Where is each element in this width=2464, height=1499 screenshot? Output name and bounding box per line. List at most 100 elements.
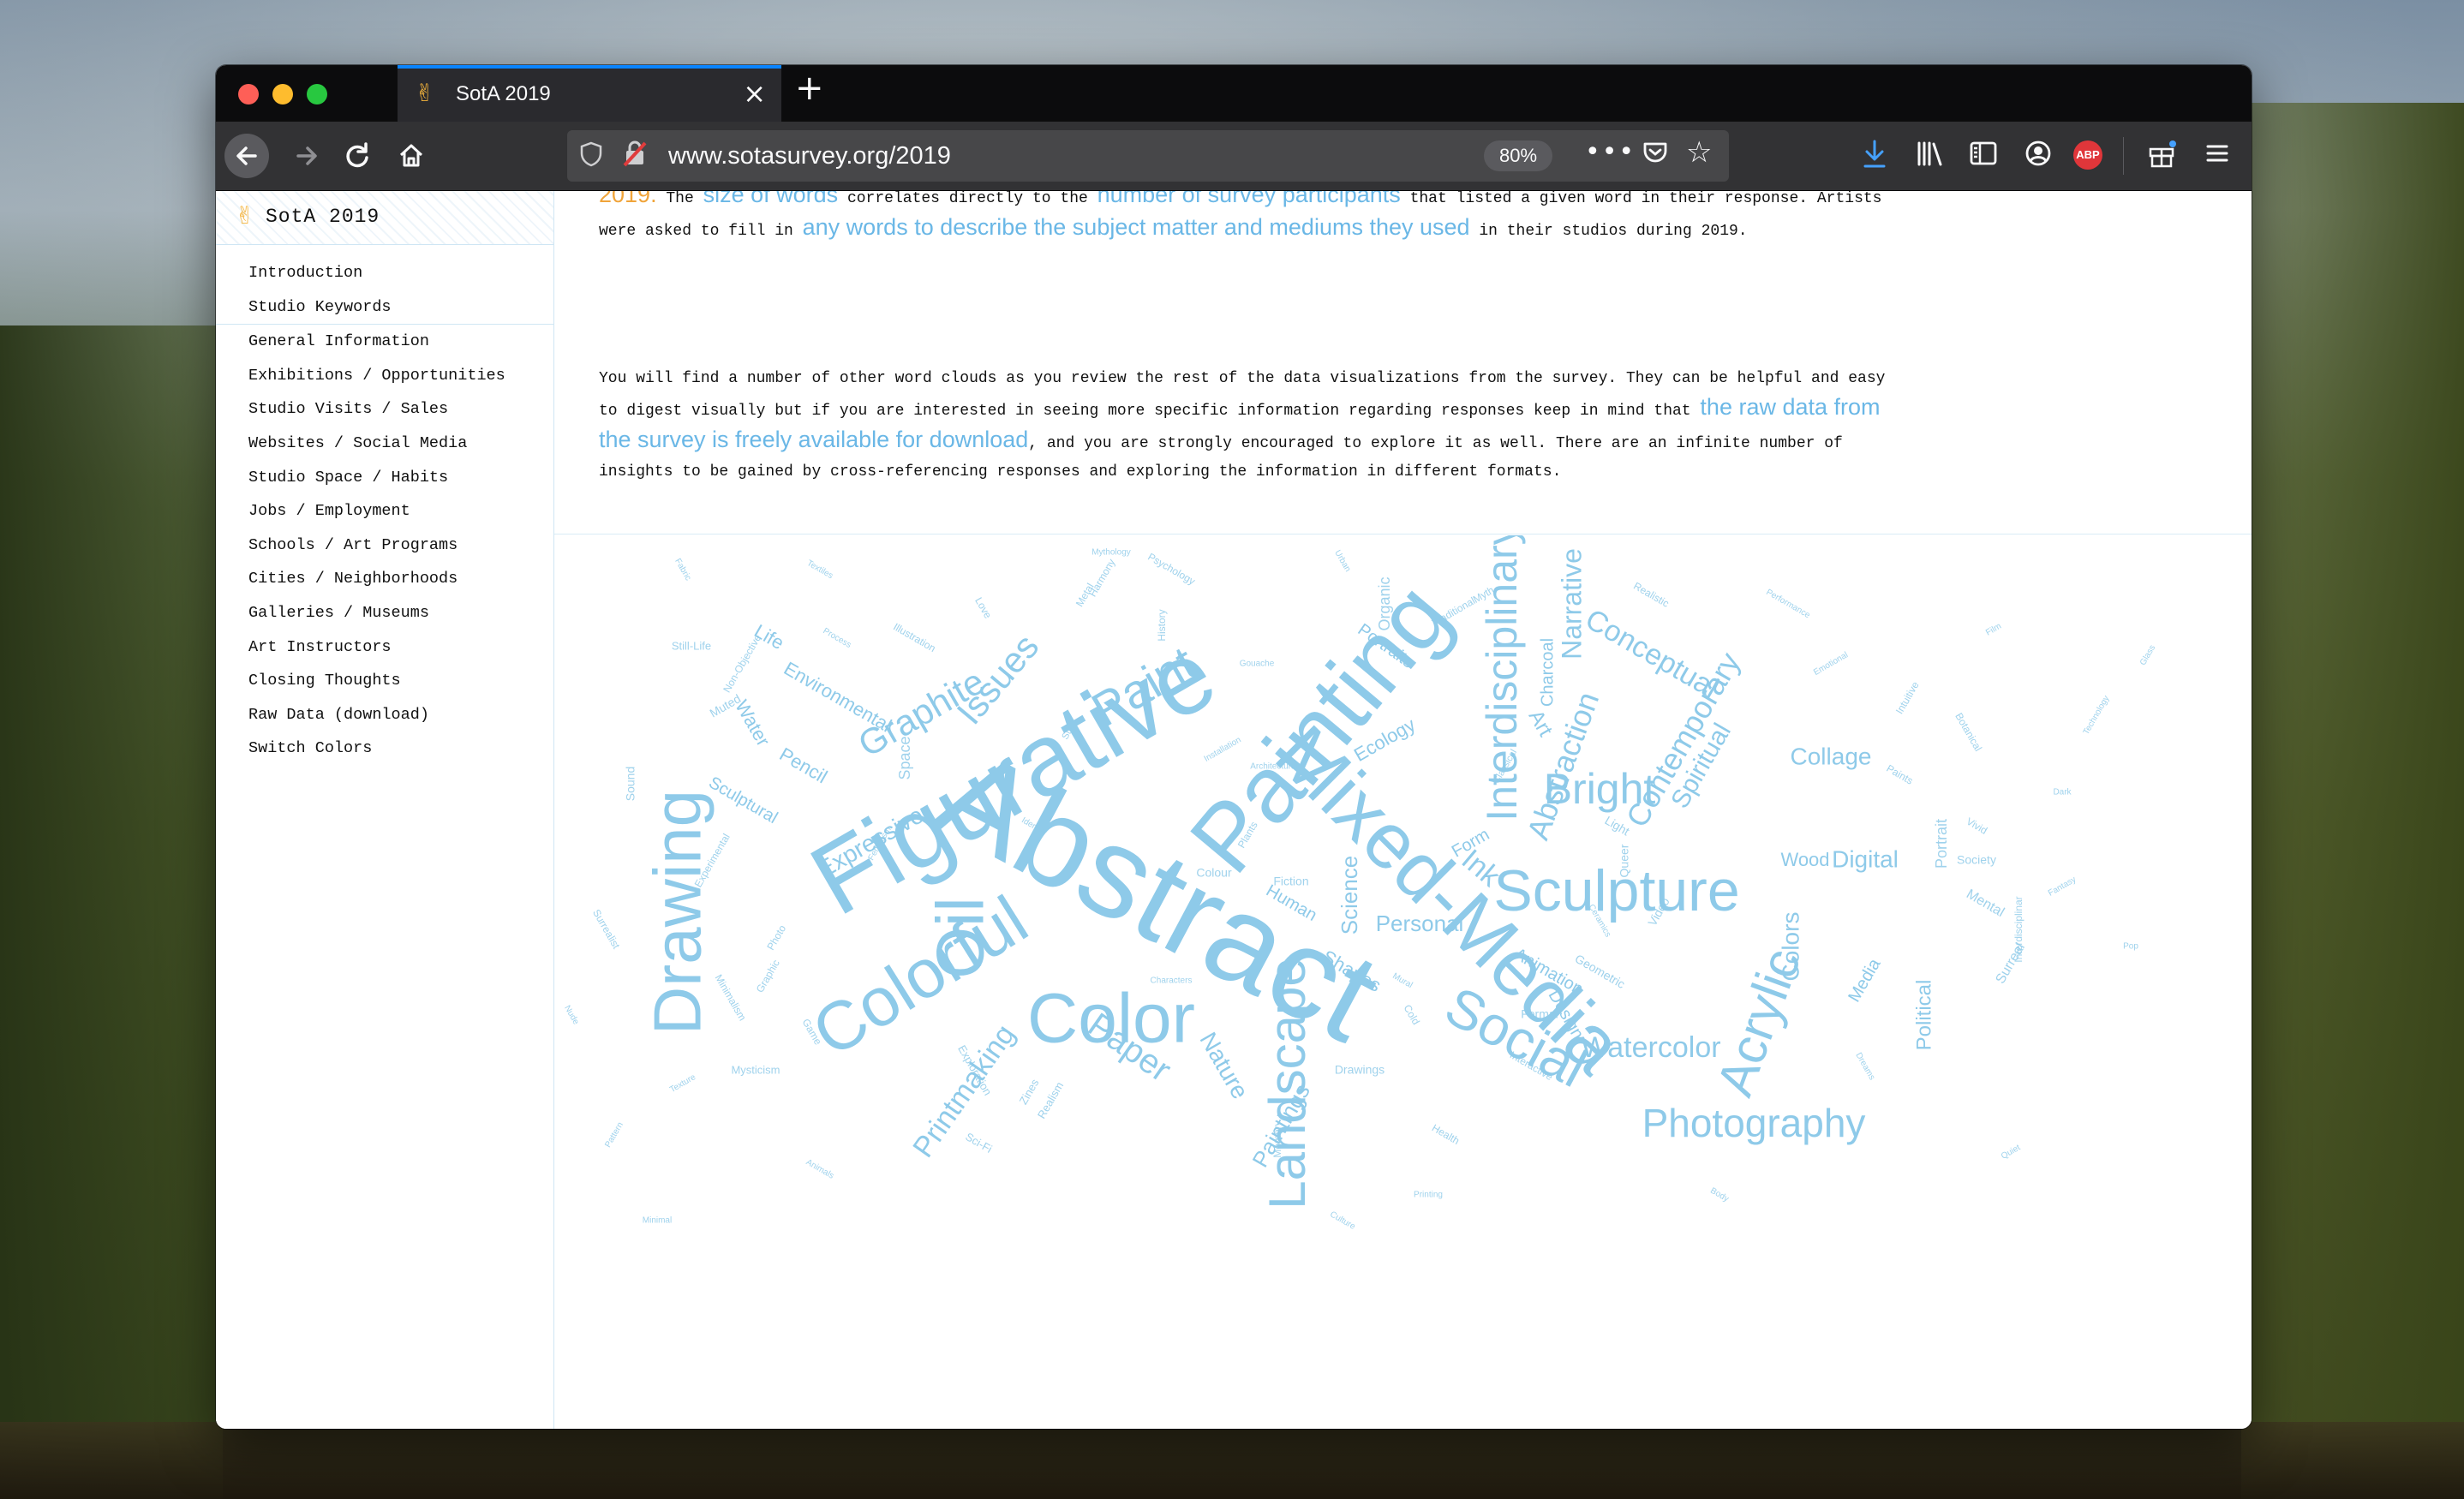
window-close-button[interactable] bbox=[238, 84, 259, 105]
word-cloud-word: Printing bbox=[1414, 1191, 1443, 1200]
zoom-level-badge[interactable]: 80% bbox=[1484, 140, 1552, 171]
window-maximize-button[interactable] bbox=[307, 84, 327, 105]
site-brand[interactable]: ✌ SotA 2019 bbox=[216, 191, 553, 245]
word-cloud-word: Art bbox=[1524, 706, 1558, 740]
word-cloud-word: Characters bbox=[1151, 976, 1193, 986]
word-cloud-word: Sound bbox=[624, 767, 637, 801]
site-title: SotA 2019 bbox=[266, 206, 380, 228]
word-cloud-word: Non-Objective bbox=[721, 632, 763, 695]
tab-title: SotA 2019 bbox=[456, 82, 551, 105]
sidebar-item-cities-neighborhoods[interactable]: Cities / Neighborhoods bbox=[216, 562, 553, 596]
word-cloud-word: Gouache bbox=[1240, 660, 1275, 669]
word-cloud-word: Environmental bbox=[780, 658, 895, 737]
word-cloud-word: Science bbox=[1337, 856, 1362, 935]
studio-keywords-word-cloud: AbstractFigurativePaintingMixed-MediaCol… bbox=[562, 535, 2157, 1232]
section-divider bbox=[554, 534, 2252, 535]
page-viewport: ✌ SotA 2019 Introduction Studio Keywords… bbox=[216, 191, 2252, 1429]
word-cloud-word: Society bbox=[1957, 853, 1996, 867]
word-cloud-word: Botanical bbox=[1953, 711, 1984, 754]
insecure-lock-icon[interactable] bbox=[622, 139, 648, 174]
word-cloud-word: Portrait bbox=[1933, 819, 1950, 869]
sidebar-nav: Introduction Studio Keywords General Inf… bbox=[216, 256, 553, 766]
new-tab-icon[interactable]: + bbox=[795, 69, 824, 108]
reload-button[interactable] bbox=[336, 134, 380, 178]
sidebar-item-studio-keywords[interactable]: Studio Keywords bbox=[216, 290, 553, 325]
sidebar-item-websites-social-media[interactable]: Websites / Social Media bbox=[216, 427, 553, 461]
word-cloud-word: Charcoal bbox=[1538, 638, 1557, 707]
word-cloud-word: Photography bbox=[1642, 1101, 1866, 1145]
word-cloud-word: Pattern bbox=[603, 1120, 625, 1149]
word-cloud-word: Sculptural bbox=[705, 773, 780, 828]
word-cloud-word: Sci-Fi bbox=[963, 1130, 994, 1156]
word-cloud-word: Dreams bbox=[1853, 1051, 1876, 1082]
close-tab-icon[interactable]: × bbox=[743, 77, 766, 110]
shield-icon[interactable] bbox=[579, 140, 603, 174]
size-of-words-link[interactable]: size of words bbox=[703, 191, 839, 207]
sidebar-item-studio-visits-sales[interactable]: Studio Visits / Sales bbox=[216, 392, 553, 427]
back-button[interactable] bbox=[224, 134, 269, 178]
extension-gift-icon[interactable] bbox=[2147, 139, 2178, 176]
word-cloud-word: Film bbox=[1984, 622, 2003, 638]
word-cloud-word: Minimalism bbox=[713, 972, 749, 1023]
bookmark-star-icon[interactable]: ☆ bbox=[1686, 135, 1712, 170]
forward-button[interactable] bbox=[284, 134, 329, 178]
intro-paragraph-keywords: 2019. The size of words correlates direc… bbox=[599, 191, 1910, 246]
arrow-left-icon bbox=[236, 146, 257, 165]
library-icon[interactable] bbox=[1916, 139, 1945, 176]
participants-link[interactable]: number of survey participants bbox=[1097, 191, 1401, 207]
sidebar-item-schools-art-programs[interactable]: Schools / Art Programs bbox=[216, 529, 553, 563]
desktop-wallpaper-ground bbox=[0, 1422, 2464, 1499]
word-cloud-word: Texture bbox=[668, 1072, 697, 1095]
hamburger-menu-icon[interactable] bbox=[2204, 139, 2231, 176]
download-icon[interactable] bbox=[1861, 139, 1888, 176]
sidebar-item-jobs-employment[interactable]: Jobs / Employment bbox=[216, 494, 553, 529]
word-cloud-word: Textiles bbox=[805, 558, 834, 581]
sidebar-item-switch-colors[interactable]: Switch Colors bbox=[216, 732, 553, 766]
word-cloud-word: Harmony bbox=[1086, 557, 1117, 599]
word-cloud-word: Watercolor bbox=[1581, 1031, 1720, 1064]
toolbar-divider bbox=[2123, 137, 2124, 175]
word-cloud-word: Organic bbox=[1376, 576, 1393, 630]
word-cloud-word: Realistic bbox=[1631, 580, 1671, 610]
word-cloud-word: Intuitive bbox=[1893, 679, 1922, 716]
home-button[interactable] bbox=[389, 134, 434, 178]
sidebar-item-raw-data-download[interactable]: Raw Data (download) bbox=[216, 698, 553, 732]
word-cloud-word: Fiction bbox=[1273, 875, 1308, 888]
account-icon[interactable] bbox=[2024, 139, 2053, 176]
reload-icon bbox=[346, 142, 368, 168]
sidebar-item-studio-space-habits[interactable]: Studio Space / Habits bbox=[216, 461, 553, 495]
word-cloud-word: Colors bbox=[1777, 912, 1803, 982]
sidebar-item-closing-thoughts[interactable]: Closing Thoughts bbox=[216, 664, 553, 698]
victory-hand-icon: ✌ bbox=[235, 201, 255, 230]
year-highlight: 2019. bbox=[599, 191, 657, 207]
word-cloud-word: Photo bbox=[764, 923, 788, 952]
address-bar[interactable]: www.sotasurvey.org/2019 80% ••• ☆ bbox=[567, 130, 1729, 182]
paragraph-text: You will find a number of other word clo… bbox=[599, 370, 1886, 420]
describe-words-link[interactable]: any words to describe the subject matter… bbox=[803, 214, 1470, 240]
sidebar-icon[interactable] bbox=[1969, 139, 1998, 176]
word-cloud-word: Cold bbox=[1401, 1002, 1421, 1026]
window-minimize-button[interactable] bbox=[272, 84, 293, 105]
tab-sota-2019[interactable]: ✌ SotA 2019 × bbox=[398, 65, 781, 122]
word-cloud-word: Glass bbox=[2138, 643, 2157, 667]
sidebar-item-introduction[interactable]: Introduction bbox=[216, 256, 553, 290]
word-cloud-word: Pencil bbox=[776, 744, 831, 788]
sidebar-item-general-information[interactable]: General Information bbox=[216, 325, 553, 359]
word-cloud-word: Drawing bbox=[640, 790, 715, 1035]
sidebar-item-exhibitions-opportunities[interactable]: Exhibitions / Opportunities bbox=[216, 359, 553, 393]
victory-hand-icon: ✌ bbox=[415, 79, 435, 107]
word-cloud-word: Vivid bbox=[1965, 815, 1989, 837]
url-text[interactable]: www.sotasurvey.org/2019 bbox=[668, 142, 951, 170]
adblock-plus-icon[interactable]: ABP bbox=[2073, 140, 2102, 170]
desktop-wallpaper-trees-left bbox=[0, 325, 223, 1499]
desktop-wallpaper-trees-right bbox=[2241, 103, 2464, 1499]
word-cloud-word: Culture bbox=[1328, 1209, 1357, 1232]
word-cloud-word: Memory bbox=[1271, 1120, 1283, 1157]
pocket-icon[interactable] bbox=[1642, 139, 1669, 173]
word-cloud-word: Mural bbox=[1390, 971, 1414, 990]
page-actions-more-icon[interactable]: ••• bbox=[1585, 137, 1636, 167]
sidebar-item-galleries-museums[interactable]: Galleries / Museums bbox=[216, 596, 553, 630]
word-cloud-word: Process bbox=[822, 626, 853, 650]
sidebar-item-art-instructors[interactable]: Art Instructors bbox=[216, 630, 553, 665]
word-cloud-word: Queer bbox=[1618, 844, 1631, 877]
